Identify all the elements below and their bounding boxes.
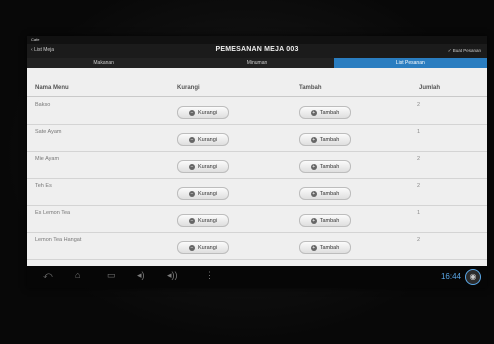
table-row: Sate Ayam − Kurangi + Tambah 1 <box>27 125 487 152</box>
quantity-value: 1 <box>417 129 421 135</box>
menu-name: Es Lemon Tea <box>35 210 71 216</box>
kurangi-button[interactable]: − Kurangi <box>177 187 229 200</box>
minus-icon: − <box>189 190 196 197</box>
header-nama-menu: Nama Menu <box>35 85 69 91</box>
kurangi-button[interactable]: − Kurangi <box>177 214 229 227</box>
order-list: Nama Menu Kurangi Tambah Jumlah Bakso − K… <box>27 68 487 266</box>
header-kurangi: Kurangi <box>177 85 200 91</box>
page-title: PEMESANAN MEJA 003 <box>215 46 299 53</box>
table-row: Teh Es − Kurangi + Tambah 2 <box>27 179 487 206</box>
kurangi-label: Kurangi <box>198 190 217 197</box>
kurangi-label: Kurangi <box>198 109 217 116</box>
tab-minuman[interactable]: Minuman <box>180 58 333 68</box>
minus-icon: − <box>189 136 196 143</box>
tab-bar: Makanan Minuman List Pesanan <box>27 58 487 68</box>
action-bar: ‹ List Meja PEMESANAN MEJA 003 ✓ Buat Pe… <box>27 44 487 58</box>
menu-name: Mie Ayam <box>35 156 60 162</box>
kurangi-button[interactable]: − Kurangi <box>177 106 229 119</box>
quantity-value: 2 <box>417 102 421 108</box>
plus-icon: + <box>310 217 317 224</box>
kurangi-label: Kurangi <box>198 163 217 170</box>
table-row: Lemon Tea Hangat − Kurangi + Tambah 2 <box>27 233 487 260</box>
kurangi-label: Kurangi <box>198 136 217 143</box>
tab-list-pesanan[interactable]: List Pesanan <box>333 58 487 68</box>
menu-icon[interactable]: ⋮ <box>205 270 214 281</box>
table-row: Bakso − Kurangi + Tambah 2 <box>27 98 487 125</box>
menu-name: Bakso <box>35 102 51 108</box>
plus-icon: + <box>310 190 317 197</box>
tambah-label: Tambah <box>319 109 340 116</box>
header-jumlah: Jumlah <box>419 85 441 91</box>
tambah-button[interactable]: + Tambah <box>299 214 351 227</box>
table-header: Nama Menu Kurangi Tambah Jumlah <box>27 82 487 97</box>
quantity-value: 2 <box>417 183 421 189</box>
tambah-button[interactable]: + Tambah <box>299 241 351 254</box>
status-label: Cafe <box>31 37 40 42</box>
home-icon[interactable]: ⌂ <box>75 270 80 280</box>
kurangi-label: Kurangi <box>198 244 217 251</box>
header-tambah: Tambah <box>299 85 322 91</box>
recent-apps-icon[interactable]: ▭ <box>107 270 116 281</box>
table-row: Es Lemon Tea − Kurangi + Tambah 1 <box>27 206 487 233</box>
tab-makanan[interactable]: Makanan <box>27 58 180 68</box>
tambah-label: Tambah <box>319 190 340 197</box>
menu-name: Sate Ayam <box>35 129 62 135</box>
tambah-button[interactable]: + Tambah <box>299 160 351 173</box>
plus-icon: + <box>310 109 317 116</box>
tambah-label: Tambah <box>319 136 340 143</box>
back-icon[interactable]: ⤺ <box>43 270 53 281</box>
quantity-value: 1 <box>417 210 421 216</box>
kurangi-button[interactable]: − Kurangi <box>177 241 229 254</box>
tambah-button[interactable]: + Tambah <box>299 187 351 200</box>
create-order-button[interactable]: ✓ Buat Pesanan <box>448 48 481 54</box>
plus-icon: + <box>310 136 317 143</box>
quantity-value: 2 <box>417 237 421 243</box>
table-row: Mie Ayam − Kurangi + Tambah 2 <box>27 152 487 179</box>
tambah-label: Tambah <box>319 217 340 224</box>
tambah-label: Tambah <box>319 163 340 170</box>
clock: 16:44 <box>440 272 461 281</box>
plus-icon: + <box>310 163 317 170</box>
kurangi-button[interactable]: − Kurangi <box>177 160 229 173</box>
menu-name: Teh Es <box>35 183 52 189</box>
notification-icon[interactable]: ◉ <box>465 269 481 285</box>
minus-icon: − <box>189 244 196 251</box>
plus-icon: + <box>310 244 317 251</box>
kurangi-label: Kurangi <box>198 217 217 224</box>
minus-icon: − <box>189 163 196 170</box>
tambah-label: Tambah <box>319 244 340 251</box>
minus-icon: − <box>189 217 196 224</box>
tambah-button[interactable]: + Tambah <box>299 133 351 146</box>
tablet-screen: Cafe ‹ List Meja PEMESANAN MEJA 003 ✓ Bu… <box>27 36 487 288</box>
kurangi-button[interactable]: − Kurangi <box>177 133 229 146</box>
system-navbar: ⤺ ⌂ ▭ ◂) ◂)) ⋮ 16:44 ◉ <box>27 266 487 288</box>
menu-name: Lemon Tea Hangat <box>35 237 82 243</box>
status-bar: Cafe <box>27 36 487 44</box>
tambah-button[interactable]: + Tambah <box>299 106 351 119</box>
volume-down-icon[interactable]: ◂) <box>137 270 145 281</box>
minus-icon: − <box>189 109 196 116</box>
volume-up-icon[interactable]: ◂)) <box>167 270 178 281</box>
create-order-label: Buat Pesanan <box>452 48 481 53</box>
quantity-value: 2 <box>417 156 421 162</box>
